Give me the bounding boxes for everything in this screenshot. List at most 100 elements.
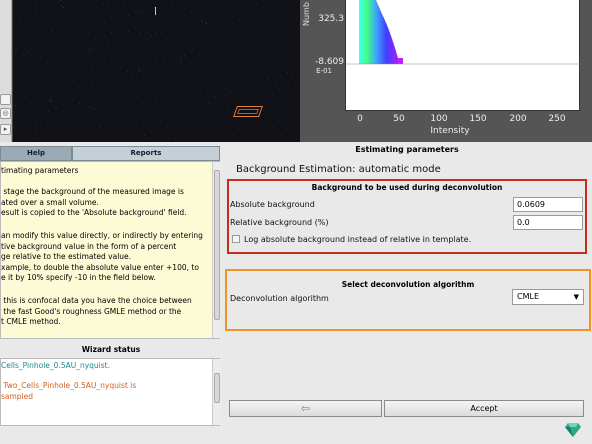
back-button[interactable]: ⇦ [229, 400, 382, 417]
image-noise-pixel [276, 86, 277, 87]
help-line: timating parameters [1, 166, 79, 175]
image-noise-pixel [104, 22, 105, 23]
image-noise-pixel [27, 51, 28, 52]
help-scrollbar[interactable] [212, 162, 221, 338]
image-viewer[interactable] [12, 0, 300, 142]
histogram-xtick: 250 [548, 114, 566, 124]
image-noise-pixel [70, 73, 71, 74]
image-noise-pixel [155, 32, 156, 33]
wizard-status-line: Two_Cells_Pinhole_0.5AU_nyquist is [1, 381, 137, 390]
image-noise-pixel [107, 3, 108, 4]
image-noise-pixel [74, 55, 75, 56]
image-noise-pixel [168, 138, 169, 139]
image-noise-pixel [288, 85, 289, 86]
image-noise-pixel [242, 57, 243, 58]
image-noise-pixel [199, 54, 200, 55]
toolbar-button[interactable] [0, 94, 11, 105]
image-noise-pixel [268, 79, 269, 80]
image-noise-pixel [140, 32, 141, 33]
image-noise-pixel [266, 132, 267, 133]
image-noise-pixel [230, 91, 231, 92]
image-noise-pixel [19, 21, 20, 22]
image-noise-pixel [201, 10, 202, 11]
image-noise-pixel [78, 41, 79, 42]
image-noise-pixel [21, 84, 22, 85]
image-noise-pixel [88, 33, 89, 34]
image-noise-pixel [65, 92, 66, 93]
image-noise-pixel [164, 59, 165, 60]
image-noise-pixel [225, 18, 226, 19]
image-noise-pixel [258, 135, 259, 136]
play-icon[interactable]: ▸ [0, 124, 11, 135]
algorithm-group-title: Select deconvolution algorithm [341, 280, 475, 289]
image-noise-pixel [205, 39, 206, 40]
image-noise-pixel [81, 123, 82, 124]
image-noise-pixel [92, 68, 93, 69]
histogram-ytick-exponent: E-01 [316, 67, 332, 75]
wizard-scroll-thumb[interactable] [214, 373, 220, 403]
image-noise-pixel [132, 77, 133, 78]
image-noise-pixel [105, 50, 106, 51]
image-noise-pixel [194, 116, 195, 117]
image-noise-pixel [222, 68, 223, 69]
accept-button[interactable]: Accept [384, 400, 584, 417]
image-noise-pixel [265, 101, 266, 102]
image-noise-pixel [35, 129, 36, 130]
algorithm-select[interactable]: CMLE ▼ [512, 289, 584, 305]
image-noise-pixel [180, 61, 181, 62]
image-noise-pixel [63, 7, 64, 8]
image-noise-pixel [111, 32, 112, 33]
image-noise-pixel [113, 49, 114, 50]
image-noise-pixel [278, 120, 279, 121]
image-noise-pixel [209, 103, 210, 104]
image-noise-pixel [144, 135, 145, 136]
image-noise-pixel [100, 127, 101, 128]
image-noise-pixel [60, 0, 61, 1]
zoom-icon[interactable]: ◎ [0, 108, 11, 119]
histogram-xtick: 50 [393, 114, 405, 124]
image-noise-pixel [281, 135, 282, 136]
absolute-background-field[interactable]: 0.0609 [513, 197, 583, 212]
image-noise-pixel [48, 111, 49, 112]
image-noise-pixel [239, 19, 240, 20]
image-noise-pixel [138, 117, 139, 118]
help-line: an modify this value directly, or indire… [1, 231, 203, 240]
tab-reports[interactable]: Reports [72, 146, 220, 161]
wizard-scrollbar[interactable] [212, 359, 221, 425]
help-line: t CMLE method. [1, 317, 61, 327]
image-noise-pixel [201, 21, 202, 22]
image-noise-pixel [89, 50, 90, 51]
wizard-status-line: sampled [1, 391, 34, 401]
image-noise-pixel [127, 71, 128, 72]
image-noise-pixel [47, 62, 48, 63]
tab-help[interactable]: Help [0, 146, 72, 161]
image-noise-pixel [122, 132, 123, 133]
image-noise-pixel [202, 69, 203, 70]
help-scroll-thumb[interactable] [214, 170, 220, 320]
image-noise-pixel [143, 122, 144, 123]
help-line: xample, to double the absolute value ent… [1, 262, 199, 272]
image-noise-pixel [79, 103, 80, 104]
relative-background-field[interactable]: 0.0 [513, 215, 583, 230]
wizard-status-title: Wizard status [81, 345, 141, 354]
histogram-plot [345, 0, 581, 111]
help-line: this is confocal data you have the choic… [1, 296, 192, 305]
log-background-checkbox[interactable] [232, 235, 240, 243]
image-noise-pixel [15, 50, 16, 51]
cursor-marker [155, 7, 156, 15]
help-line: ated over a small volume. [1, 197, 99, 207]
image-noise-pixel [26, 57, 27, 58]
image-noise-pixel [49, 101, 50, 102]
image-noise-pixel [147, 33, 148, 34]
absolute-background-label: Absolute background [230, 200, 315, 209]
image-noise-pixel [238, 99, 239, 100]
wizard-status-list: Cells_Pinhole_0.5AU_nyquist. Two_Cells_P… [0, 358, 220, 426]
image-noise-pixel [38, 138, 39, 139]
view-side-toolbar: ◎ ▸ [0, 0, 12, 142]
image-noise-pixel [15, 105, 16, 106]
image-noise-pixel [37, 29, 38, 30]
image-noise-pixel [47, 125, 48, 126]
image-noise-pixel [184, 55, 185, 56]
help-line: stage the background of the measured ima… [1, 187, 184, 196]
chevron-down-icon: ▼ [573, 293, 579, 301]
